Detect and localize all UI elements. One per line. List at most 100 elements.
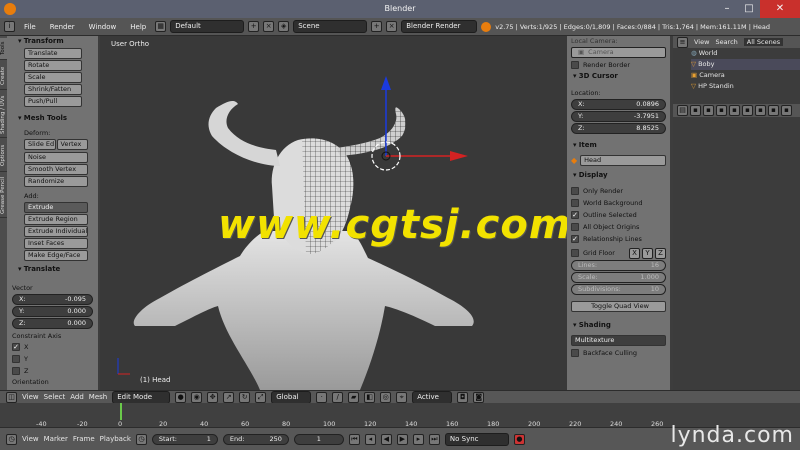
timeline-menu-view[interactable]: View bbox=[22, 435, 39, 443]
translate-x-field[interactable]: X: -0.095 bbox=[12, 294, 93, 305]
record-icon[interactable]: ● bbox=[513, 433, 525, 445]
remove-scene-icon[interactable]: × bbox=[386, 21, 398, 32]
tab-shading-uvs[interactable]: Shading / UVs bbox=[0, 92, 7, 138]
smooth-vertex-button[interactable]: Smooth Vertex bbox=[24, 164, 88, 175]
jump-keyframe-forward-icon[interactable]: ▸ bbox=[412, 433, 424, 445]
tab-tools[interactable]: Tools bbox=[0, 38, 7, 60]
outliner-item-camera[interactable]: ▣ Camera bbox=[691, 70, 800, 81]
material-tab-icon[interactable]: ▪ bbox=[781, 105, 792, 116]
grid-scale-field[interactable]: Scale: 1.000 bbox=[571, 272, 666, 283]
tab-options[interactable]: Options bbox=[0, 140, 7, 172]
jump-keyframe-back-icon[interactable]: ◂ bbox=[364, 433, 376, 445]
randomize-button[interactable]: Randomize bbox=[24, 176, 88, 187]
outline-selected-checkbox[interactable]: ✓ Outline Selected bbox=[571, 209, 666, 221]
outliner-tab-all-scenes[interactable]: All Scenes bbox=[743, 38, 784, 46]
menu-mesh[interactable]: Mesh bbox=[89, 393, 107, 401]
menu-add[interactable]: Add bbox=[70, 393, 84, 401]
extrude-individual-button[interactable]: Extrude Individual bbox=[24, 226, 88, 237]
outliner-item-hp-standin[interactable]: ▽ HP Standin bbox=[691, 81, 800, 92]
current-frame-field[interactable]: 1 bbox=[293, 433, 344, 445]
render-border-checkbox[interactable]: Render Border bbox=[571, 59, 666, 71]
outliner-item-world[interactable]: ◍ World bbox=[691, 48, 800, 59]
scale-button[interactable]: Scale bbox=[24, 72, 82, 83]
rotate-manipulator-icon[interactable]: ↻ bbox=[239, 391, 251, 403]
viewport-editor-icon[interactable]: ◫ bbox=[6, 391, 17, 403]
menu-help[interactable]: Help bbox=[125, 23, 151, 31]
render-engine-select[interactable]: Blender Render bbox=[401, 20, 478, 33]
cursor-y-field[interactable]: Y: -3.7951 bbox=[571, 111, 666, 122]
mode-select[interactable]: Edit Mode bbox=[112, 390, 171, 404]
constraint-z-checkbox[interactable]: Z bbox=[12, 365, 93, 377]
shading-mode-select[interactable]: Multitexture bbox=[571, 335, 666, 346]
object-tab-icon[interactable]: ▪ bbox=[742, 105, 753, 116]
modifier-tab-icon[interactable]: ▪ bbox=[755, 105, 766, 116]
start-frame-field[interactable]: Start: 1 bbox=[151, 433, 218, 445]
close-button[interactable]: ✕ bbox=[760, 0, 800, 18]
make-edge-face-button[interactable]: Make Edge/Face bbox=[24, 250, 88, 261]
outliner-item-boby[interactable]: ▽ Boby bbox=[691, 59, 800, 70]
shrink-fatten-button[interactable]: Shrink/Fatten bbox=[24, 84, 82, 95]
toggle-quad-view-button[interactable]: Toggle Quad View bbox=[571, 301, 666, 312]
transform-panel-header[interactable]: Transform bbox=[12, 36, 93, 47]
render-tab-icon[interactable]: ▪ bbox=[690, 105, 701, 116]
menu-select[interactable]: Select bbox=[44, 393, 66, 401]
viewport-shading-icon[interactable]: ● bbox=[175, 391, 187, 403]
constraint-x-checkbox[interactable]: ✓ X bbox=[12, 341, 93, 353]
shading-panel-header[interactable]: Shading bbox=[571, 320, 666, 331]
noise-button[interactable]: Noise bbox=[24, 152, 88, 163]
pivot-point-icon[interactable]: ◉ bbox=[191, 391, 203, 403]
menu-view[interactable]: View bbox=[22, 393, 39, 401]
push-pull-button[interactable]: Push/Pull bbox=[24, 96, 82, 107]
scene-tab-icon[interactable]: ▪ bbox=[716, 105, 727, 116]
tab-create[interactable]: Create bbox=[0, 62, 7, 90]
timeline-menu-marker[interactable]: Marker bbox=[44, 435, 68, 443]
grid-z-toggle[interactable]: Z bbox=[655, 247, 666, 259]
grid-lines-field[interactable]: Lines: 16 bbox=[571, 260, 666, 271]
3d-viewport[interactable]: User Ortho www.cgtsj.com (1) Head bbox=[100, 36, 567, 390]
translate-manipulator-icon[interactable]: ↗ bbox=[223, 391, 235, 403]
snap-target-select[interactable]: Active bbox=[412, 390, 453, 404]
manipulator-toggle-icon[interactable]: ✥ bbox=[207, 391, 219, 403]
outliner-tab-view[interactable]: View bbox=[694, 38, 709, 46]
snap-toggle-icon[interactable]: ⌖ bbox=[396, 391, 408, 403]
menu-window[interactable]: Window bbox=[84, 23, 122, 31]
face-select-icon[interactable]: ▰ bbox=[348, 391, 360, 403]
tab-grease-pencil[interactable]: Grease Pencil bbox=[0, 174, 7, 218]
rotate-button[interactable]: Rotate bbox=[24, 60, 82, 71]
translate-panel-header[interactable]: Translate bbox=[12, 264, 93, 275]
menu-file[interactable]: File bbox=[19, 23, 41, 31]
play-icon[interactable]: ▶ bbox=[396, 433, 408, 445]
grid-x-toggle[interactable]: X bbox=[629, 247, 640, 259]
cursor-x-field[interactable]: X: 0.0896 bbox=[571, 99, 666, 110]
extrude-region-button[interactable]: Extrude Region bbox=[24, 214, 88, 225]
render-still-icon[interactable]: ◘ bbox=[457, 391, 469, 403]
outliner-editor-icon[interactable]: ≡ bbox=[677, 36, 688, 48]
relationship-lines-checkbox[interactable]: ✓ Relationship Lines bbox=[571, 233, 666, 245]
constraint-y-checkbox[interactable]: Y bbox=[12, 353, 93, 365]
display-panel-header[interactable]: Display bbox=[571, 170, 666, 181]
occlude-geometry-icon[interactable]: ◧ bbox=[364, 391, 376, 403]
only-render-checkbox[interactable]: Only Render bbox=[571, 185, 666, 197]
jump-start-icon[interactable]: ⏮ bbox=[348, 433, 360, 445]
3d-cursor-panel-header[interactable]: 3D Cursor bbox=[571, 71, 666, 82]
jump-end-icon[interactable]: ⏭ bbox=[428, 433, 440, 445]
item-panel-header[interactable]: Item bbox=[571, 140, 666, 151]
playhead[interactable] bbox=[120, 403, 122, 420]
grid-y-toggle[interactable]: Y bbox=[642, 247, 653, 259]
grid-floor-checkbox[interactable]: Grid Floor bbox=[571, 247, 627, 259]
scene-icon[interactable]: ◈ bbox=[278, 21, 290, 32]
slide-edge-button[interactable]: Slide Ed bbox=[24, 139, 56, 150]
timeline-menu-frame[interactable]: Frame bbox=[73, 435, 95, 443]
screen-layout-icon[interactable]: ▦ bbox=[155, 21, 167, 32]
remove-layout-icon[interactable]: × bbox=[263, 21, 275, 32]
orientation-select[interactable]: Global bbox=[271, 390, 312, 404]
extrude-menu[interactable]: Extrude bbox=[24, 202, 88, 213]
world-tab-icon[interactable]: ▪ bbox=[729, 105, 740, 116]
slide-vertex-button[interactable]: Vertex bbox=[56, 139, 88, 150]
timeline-editor-icon[interactable]: ◷ bbox=[6, 433, 17, 445]
add-scene-icon[interactable]: + bbox=[371, 21, 383, 32]
editor-type-icon[interactable]: i bbox=[4, 21, 15, 32]
item-name-field[interactable]: Head bbox=[580, 155, 666, 166]
backface-culling-checkbox[interactable]: Backface Culling bbox=[571, 347, 666, 359]
play-reverse-icon[interactable]: ◀ bbox=[380, 433, 392, 445]
